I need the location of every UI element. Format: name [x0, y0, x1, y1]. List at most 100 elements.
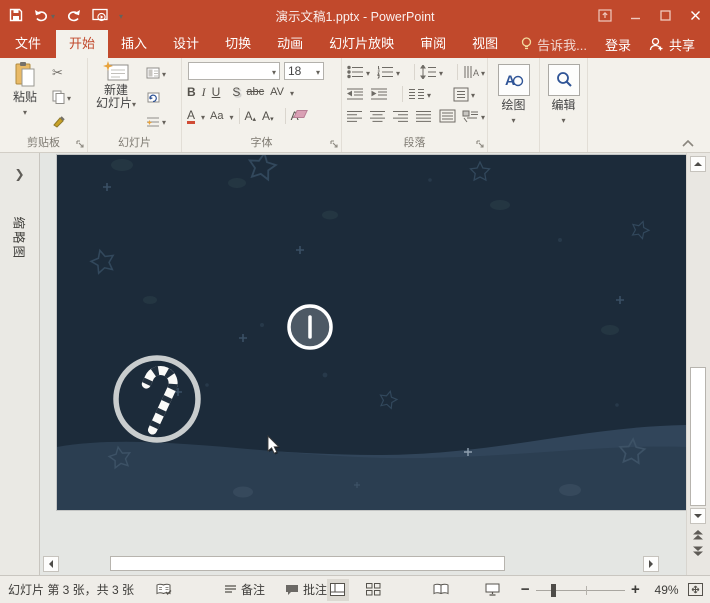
line-spacing-dropdown[interactable] [439, 65, 443, 79]
bullets-dropdown[interactable] [366, 65, 370, 79]
columns-button[interactable] [408, 87, 425, 101]
change-case-button[interactable]: Aa [210, 110, 223, 122]
paragraph-dialog-launcher[interactable] [476, 140, 485, 149]
undo-dropdown[interactable] [51, 8, 55, 22]
comments-toggle-button[interactable]: 批注 [285, 581, 327, 598]
font-dialog-launcher[interactable] [330, 140, 339, 149]
bold-button[interactable]: B [187, 85, 196, 99]
slide-counter[interactable]: 幻灯片 第 3 张，共 3 张 [8, 581, 134, 598]
scroll-left-button[interactable] [43, 556, 59, 572]
align-right-button[interactable] [393, 110, 409, 123]
numbering-button[interactable] [377, 65, 394, 79]
expand-thumbnails-chevron-icon[interactable]: ❯ [0, 167, 39, 181]
collapse-ribbon-button[interactable] [682, 140, 694, 147]
undo-button[interactable] [34, 8, 55, 22]
text-direction-button[interactable]: A [463, 65, 479, 79]
tell-me-box[interactable]: 告诉我... [512, 30, 596, 58]
clear-formatting-button[interactable]: A [291, 109, 299, 123]
columns-dropdown[interactable] [427, 87, 431, 101]
tab-insert[interactable]: 插入 [108, 30, 160, 58]
clipboard-dialog-launcher[interactable] [76, 140, 85, 149]
customize-qat-button[interactable] [119, 8, 123, 22]
copy-dropdown[interactable] [67, 90, 71, 104]
increase-indent-button[interactable] [371, 87, 388, 101]
distribute-text-button[interactable] [439, 109, 456, 123]
grow-font-button[interactable]: A▴ [245, 109, 257, 123]
redo-button[interactable] [66, 9, 81, 22]
text-direction-dropdown[interactable] [481, 65, 485, 79]
close-button[interactable] [680, 0, 710, 30]
zoom-slider-thumb[interactable] [551, 584, 556, 597]
slide-sorter-view-button[interactable] [363, 579, 384, 601]
drawing-button[interactable]: A 绘图 [490, 61, 537, 135]
start-slideshow-button[interactable] [92, 8, 108, 22]
section-dropdown[interactable] [162, 114, 166, 128]
justify-button[interactable] [416, 110, 432, 123]
slide-layout-button[interactable] [142, 61, 166, 85]
proofing-status-button[interactable] [156, 583, 172, 596]
tab-animations[interactable]: 动画 [264, 30, 316, 58]
shrink-font-button[interactable]: A▾ [262, 109, 274, 123]
cut-button[interactable]: ✂ [48, 61, 71, 85]
bullets-button[interactable] [347, 65, 364, 79]
scroll-right-button[interactable] [643, 556, 659, 572]
previous-slide-button[interactable] [692, 529, 704, 541]
align-text-button[interactable] [453, 87, 469, 102]
align-text-dropdown[interactable] [471, 87, 475, 101]
slide-canvas[interactable] [57, 155, 686, 510]
font-color-button[interactable]: A [187, 109, 195, 124]
new-slide-button[interactable]: 新建幻灯片 [90, 61, 142, 135]
layout-dropdown[interactable] [162, 66, 166, 80]
text-shadow-button[interactable]: S [232, 85, 240, 99]
maximize-button[interactable] [650, 0, 680, 30]
drawing-dropdown[interactable] [511, 112, 515, 126]
tab-design[interactable]: 设计 [160, 30, 212, 58]
italic-button[interactable]: I [202, 85, 206, 100]
underline-button[interactable]: U [212, 85, 221, 99]
circle-indicator-shape[interactable] [289, 306, 331, 348]
zoom-in-button[interactable]: + [631, 585, 640, 595]
notes-toggle-button[interactable]: 备注 [224, 581, 265, 598]
font-size-combobox[interactable]: 18 [284, 62, 324, 80]
editing-button[interactable]: 编辑 [542, 61, 585, 135]
section-button[interactable] [142, 109, 166, 133]
change-case-dropdown[interactable] [230, 109, 234, 123]
font-name-combobox[interactable] [188, 62, 280, 80]
strikethrough-button[interactable]: abc [246, 86, 264, 98]
line-spacing-button[interactable] [420, 65, 437, 79]
character-spacing-button[interactable]: AV [270, 86, 284, 98]
tab-slideshow[interactable]: 幻灯片放映 [316, 30, 407, 58]
normal-view-button[interactable] [327, 579, 348, 601]
save-button[interactable] [9, 8, 23, 22]
reading-view-button[interactable] [430, 579, 451, 601]
zoom-out-button[interactable]: − [521, 585, 530, 595]
horizontal-scroll-thumb[interactable] [110, 556, 505, 571]
font-color-dropdown[interactable] [201, 109, 205, 123]
paste-dropdown[interactable] [23, 104, 27, 118]
scroll-up-button[interactable] [690, 156, 706, 172]
zoom-level[interactable]: 49% [652, 583, 679, 597]
new-slide-dropdown[interactable] [132, 96, 136, 110]
numbering-dropdown[interactable] [396, 65, 400, 79]
decrease-indent-button[interactable] [347, 87, 364, 101]
ribbon-display-options-button[interactable] [590, 0, 620, 30]
copy-button[interactable] [48, 85, 71, 109]
next-slide-button[interactable] [692, 545, 704, 557]
align-center-button[interactable] [370, 110, 386, 123]
minimize-button[interactable] [620, 0, 650, 30]
slideshow-view-button[interactable] [481, 579, 502, 601]
format-painter-button[interactable] [48, 109, 71, 133]
paste-button[interactable]: 粘贴 [2, 61, 48, 135]
tab-file[interactable]: 文件 [0, 30, 56, 58]
reset-slide-button[interactable] [142, 85, 166, 109]
share-button[interactable]: 共享 [640, 30, 704, 58]
tab-home[interactable]: 开始 [56, 30, 108, 58]
sign-in-button[interactable]: 登录 [596, 30, 640, 58]
smartart-convert-button[interactable] [462, 109, 479, 123]
zoom-slider[interactable] [536, 582, 625, 598]
character-spacing-dropdown[interactable] [290, 85, 294, 99]
tab-review[interactable]: 审阅 [407, 30, 459, 58]
align-left-button[interactable] [347, 110, 363, 123]
editing-dropdown[interactable] [561, 112, 565, 126]
vertical-scroll-thumb[interactable] [690, 367, 706, 506]
